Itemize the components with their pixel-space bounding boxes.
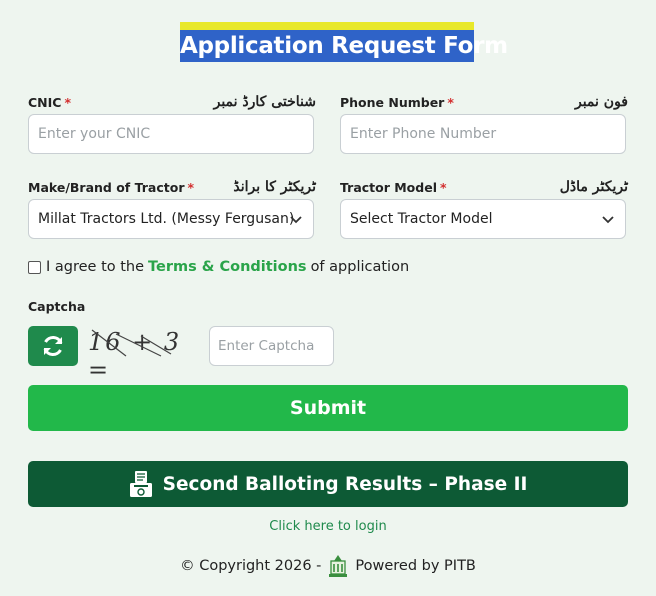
footer: © Copyright 2026 - Powered by PITB <box>0 554 656 578</box>
model-select-value: Select Tractor Model <box>350 211 493 227</box>
page-title: Application Request Form <box>180 30 508 62</box>
title-highlight-bar <box>180 22 474 30</box>
phone-label: Phone Number * <box>340 95 454 110</box>
cnic-urdu-label: شناختی کارڈ نمبر <box>213 94 316 110</box>
copyright-text: © Copyright 2026 - <box>180 558 322 574</box>
chevron-down-icon <box>602 216 614 224</box>
terms-suffix: of application <box>310 259 410 275</box>
cnic-input[interactable]: Enter your CNIC <box>28 114 314 154</box>
ballot-results-label: Second Balloting Results – Phase II <box>162 473 528 495</box>
captcha-noise-lines <box>91 329 172 357</box>
ballot-results-button[interactable]: Second Balloting Results – Phase II <box>28 461 628 507</box>
chevron-down-icon <box>290 216 302 224</box>
terms-agreement: I agree to the Terms & Conditions of app… <box>28 259 409 275</box>
phone-field-group: Phone Number * فون نمبر Enter Phone Numbe… <box>340 88 628 154</box>
submit-button[interactable]: Submit <box>28 385 628 431</box>
title-banner: Application Request Form <box>180 22 508 64</box>
cnic-field-group: CNIC * شناختی کارڈ نمبر Enter your CNIC <box>28 88 316 154</box>
captcha-input[interactable]: Enter Captcha <box>209 326 334 366</box>
brand-label: Make/Brand of Tractor * <box>28 180 195 195</box>
powered-by-text: Powered by PITB <box>355 558 476 574</box>
login-link[interactable]: Click here to login <box>0 519 656 534</box>
model-urdu-label: ٹریکٹر ماڈل <box>559 179 628 195</box>
terms-checkbox[interactable] <box>28 260 41 274</box>
model-select[interactable]: Select Tractor Model <box>340 199 626 239</box>
captcha-image: 16 + 3 = <box>86 326 198 384</box>
model-field-group: Tractor Model * ٹریکٹر ماڈل Select Tracto… <box>340 173 628 239</box>
brand-field-group: Make/Brand of Tractor * ٹریکٹر کا برانڈ M… <box>28 173 316 239</box>
terms-link[interactable]: Terms & Conditions <box>148 259 307 275</box>
model-label: Tractor Model * <box>340 180 447 195</box>
pitb-logo-icon <box>327 554 349 578</box>
ballot-box-icon <box>129 470 153 498</box>
brand-select-value: Millat Tractors Ltd. (Messy Fergusan) <box>38 211 295 227</box>
cnic-label: CNIC * <box>28 95 72 110</box>
brand-select[interactable]: Millat Tractors Ltd. (Messy Fergusan) <box>28 199 314 239</box>
captcha-refresh-button[interactable] <box>28 326 78 366</box>
phone-input[interactable]: Enter Phone Number <box>340 114 626 154</box>
terms-prefix: I agree to the <box>46 259 145 275</box>
captcha-label: Captcha <box>28 299 86 314</box>
phone-urdu-label: فون نمبر <box>574 94 628 110</box>
brand-urdu-label: ٹریکٹر کا برانڈ <box>233 179 316 195</box>
refresh-icon <box>43 335 63 357</box>
